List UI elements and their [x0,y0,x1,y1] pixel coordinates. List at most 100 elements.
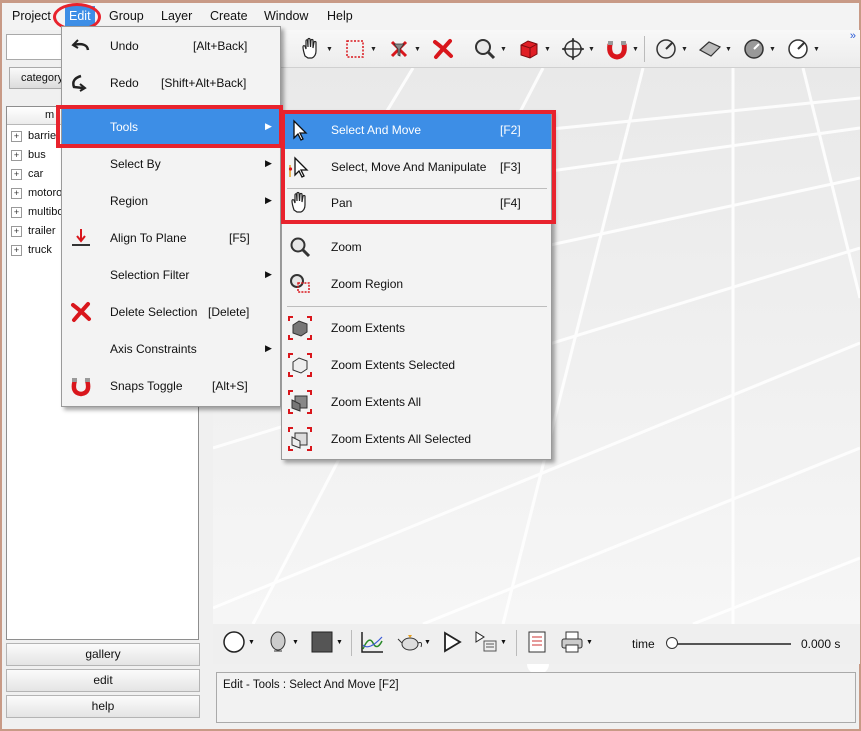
plane-button[interactable]: ▼ [697,36,732,62]
menu-help[interactable]: Help [323,6,357,27]
help-button[interactable]: help [6,695,200,718]
gallery-button[interactable]: gallery [6,643,200,666]
create-box-button[interactable]: ▼ [516,36,551,62]
dropdown-arrow-icon[interactable]: ▼ [632,46,639,53]
measure-button[interactable]: ▼ [653,36,688,62]
zoom-extents-selected-icon [288,353,312,377]
dropdown-arrow-icon[interactable]: ▼ [370,46,377,53]
dropdown-arrow-icon[interactable]: ▼ [292,639,299,646]
gauge-icon [656,39,676,59]
menu-create[interactable]: Create [206,6,252,27]
time-value: 0.000 s [801,637,841,651]
menu-item-undo[interactable]: Undo [Alt+Back] [62,28,280,65]
time-slider-handle[interactable] [666,637,678,649]
angle-button[interactable]: ▼ [785,36,820,62]
head-icon [270,631,286,652]
menu-item-label: Zoom Extents All [331,395,422,409]
edit-menu: Undo [Alt+Back] Redo [Shift+Alt+Back] To… [61,26,281,407]
report-button[interactable] [524,629,550,655]
tab-category[interactable]: category [9,67,69,89]
dropdown-arrow-icon[interactable]: ▼ [500,639,507,646]
expand-icon[interactable]: + [11,245,22,256]
dropdown-arrow-icon[interactable]: ▼ [588,46,595,53]
select-filter-button[interactable]: ▼ [386,36,421,62]
play-button[interactable] [439,629,465,655]
edit-button[interactable]: edit [6,669,200,692]
expand-icon[interactable]: + [11,131,22,142]
shape-circle-button[interactable]: ▼ [221,629,255,655]
zoom-button[interactable]: ▼ [472,36,507,62]
dropdown-arrow-icon[interactable]: ▼ [248,639,255,646]
expand-icon[interactable]: + [11,226,22,237]
toolbar-overflow-icon[interactable]: » [850,30,856,42]
pan-tool-button[interactable]: ▼ [298,36,333,62]
print-button[interactable]: ▼ [559,629,593,655]
menu-item-zoom-extents[interactable]: Zoom Extents [282,310,551,347]
dial-button[interactable]: ▼ [741,36,776,62]
menu-item-zoom[interactable]: Zoom [282,229,551,266]
menu-item-zoom-extents-selected[interactable]: Zoom Extents Selected [282,347,551,384]
menu-layer[interactable]: Layer [157,6,196,27]
delete-selection-button[interactable] [430,36,456,62]
dropdown-arrow-icon[interactable]: ▼ [336,639,343,646]
region-select-button[interactable]: ▼ [342,36,377,62]
expand-icon[interactable]: + [11,188,22,199]
dropdown-arrow-icon[interactable]: ▼ [424,639,431,646]
menu-item-align-to-plane[interactable]: Align To Plane [F5] [62,220,280,257]
zoom-icon [475,39,496,60]
menu-group[interactable]: Group [105,6,148,27]
align-to-plane-icon [69,226,93,250]
dropdown-arrow-icon[interactable]: ▼ [813,46,820,53]
dropdown-arrow-icon[interactable]: ▼ [586,639,593,646]
tree-item-label: trailer [28,225,56,237]
menu-item-select-by[interactable]: Select By ▶ [62,146,280,183]
tree-item-label: multibo [28,206,64,218]
submenu-arrow-icon: ▶ [265,269,272,279]
tree-item-label: car [28,168,44,180]
color-button[interactable]: ▼ [309,629,343,655]
move-gizmo-button[interactable]: ▼ [560,36,595,62]
menu-window[interactable]: Window [260,6,312,27]
menu-project[interactable]: Project [8,6,55,27]
dropdown-arrow-icon[interactable]: ▼ [500,46,507,53]
shortcut-label: [Shift+Alt+Back] [161,76,247,90]
toolbar-separator [516,630,517,656]
menu-item-zoom-extents-all[interactable]: Zoom Extents All [282,384,551,421]
menu-item-snaps-toggle[interactable]: Snaps Toggle [Alt+S] [62,368,280,405]
tree-item-label: motoro [28,187,63,199]
graph-button[interactable] [359,629,385,655]
play-icon [444,631,462,653]
annotation-box-tools-group [281,110,556,224]
expand-icon[interactable]: + [11,169,22,180]
annotation-box-tools [56,105,283,148]
dropdown-arrow-icon[interactable]: ▼ [414,46,421,53]
menu-item-selection-filter[interactable]: Selection Filter ▶ [62,257,280,294]
menu-item-zoom-region[interactable]: Zoom Region [282,266,551,303]
playlist-button[interactable]: ▼ [473,629,507,655]
red-cube-icon [520,40,538,59]
expand-icon[interactable]: + [11,207,22,218]
expand-icon[interactable]: + [11,150,22,161]
menu-item-redo[interactable]: Redo [Shift+Alt+Back] [62,65,280,102]
dropdown-arrow-icon[interactable]: ▼ [544,46,551,53]
teapot-button[interactable]: ▼ [397,629,431,655]
dropdown-arrow-icon[interactable]: ▼ [681,46,688,53]
menu-item-delete-selection[interactable]: Delete Selection [Delete] [62,294,280,331]
dropdown-arrow-icon[interactable]: ▼ [725,46,732,53]
menu-item-region[interactable]: Region ▶ [62,183,280,220]
menu-item-zoom-extents-all-selected[interactable]: Zoom Extents All Selected [282,421,551,458]
toolbar-separator [644,36,645,62]
head-model-button[interactable]: ▼ [265,629,299,655]
menu-item-label: Select By [110,157,161,171]
submenu-arrow-icon: ▶ [265,158,272,168]
snaps-toggle-button[interactable]: ▼ [604,36,639,62]
menu-item-axis-constraints[interactable]: Axis Constraints ▶ [62,331,280,368]
status-bar: Edit - Tools : Select And Move [F2] [216,672,856,723]
zoom-extents-icon [288,316,312,340]
dropdown-arrow-icon[interactable]: ▼ [326,46,333,53]
magnet-icon [607,41,627,60]
time-slider[interactable] [671,643,791,645]
menu-item-label: Zoom Extents [331,321,406,335]
circle-icon [223,631,245,653]
dropdown-arrow-icon[interactable]: ▼ [769,46,776,53]
